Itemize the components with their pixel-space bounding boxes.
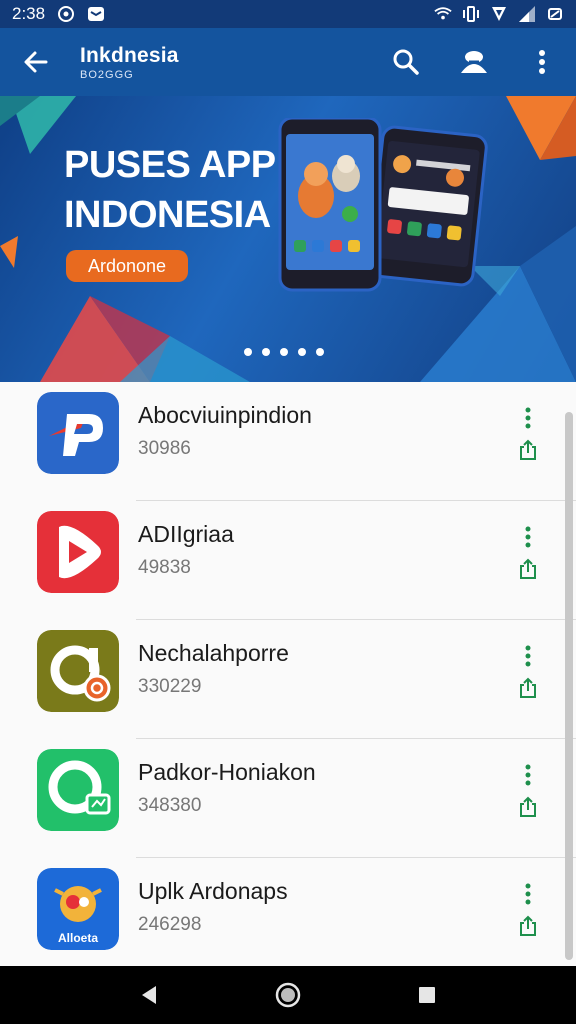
more-vert-icon [525, 764, 531, 786]
nav-back-button[interactable] [125, 971, 173, 1019]
list-item[interactable]: Nechalahporre 330229 [37, 620, 576, 739]
more-options-button[interactable] [516, 642, 540, 670]
back-triangle-icon [142, 986, 157, 1004]
wifi-icon [434, 5, 452, 23]
blue-mascot-logo-icon: Alloeta [37, 868, 119, 950]
more-vert-icon [525, 407, 531, 429]
banner-headline: PUSES APP INDONESIA [64, 140, 276, 240]
share-button[interactable] [516, 438, 540, 462]
more-options-button[interactable] [516, 761, 540, 789]
search-icon [393, 49, 419, 75]
app-size: 246298 [138, 914, 202, 935]
list-item[interactable]: Abocviuinpindion 30986 [37, 382, 576, 501]
status-time: 2:38 [12, 4, 46, 23]
back-arrow-icon [24, 51, 48, 73]
carousel-dot[interactable] [244, 348, 252, 356]
carousel-dot[interactable] [316, 348, 324, 356]
home-circle-icon [275, 982, 301, 1008]
share-icon [520, 677, 536, 698]
olive-ring-logo-icon [37, 630, 119, 712]
app-name: Abocviuinpindion [138, 402, 312, 428]
share-icon [520, 915, 536, 936]
more-vert-icon [525, 526, 531, 548]
more-options-button[interactable] [516, 523, 540, 551]
search-button[interactable] [372, 28, 440, 96]
green-chat-logo-icon [37, 749, 119, 831]
banner-headline-line-1: PUSES APP [64, 144, 276, 186]
svg-text:Alloeta: Alloeta [58, 931, 98, 945]
share-button[interactable] [516, 914, 540, 938]
phones-illustration [278, 118, 488, 292]
blue-p-logo-icon [37, 392, 119, 474]
share-icon [520, 558, 536, 579]
app-name: ADIIgriaa [138, 521, 234, 547]
banner-cta-button[interactable]: Ardonone [66, 250, 188, 282]
app-size: 348380 [138, 795, 202, 816]
notification-icon [57, 5, 75, 23]
more-vert-icon [525, 883, 531, 905]
scrollbar[interactable] [565, 412, 573, 960]
promo-banner[interactable]: PUSES APP INDONESIA Ardonone [0, 96, 576, 382]
share-button[interactable] [516, 795, 540, 819]
carousel-dot[interactable] [262, 348, 270, 356]
page-subtitle: BO2GGG [80, 68, 134, 81]
list-item[interactable]: Padkor-Honiakon 348380 [37, 739, 576, 858]
more-vert-icon [525, 645, 531, 667]
recents-square-icon [418, 987, 435, 1003]
app-list[interactable]: Abocviuinpindion 30986 ADIIgriaa 49838 N… [0, 382, 576, 966]
vibrate-icon [462, 5, 480, 23]
page-title: Inkdnesia [80, 43, 179, 67]
share-button[interactable] [516, 557, 540, 581]
more-options-button[interactable] [508, 28, 576, 96]
carousel-dot[interactable] [280, 348, 288, 356]
share-icon [520, 796, 536, 817]
app-size: 49838 [138, 557, 191, 578]
more-options-button[interactable] [516, 880, 540, 908]
carousel-dot[interactable] [298, 348, 306, 356]
account-icon [461, 51, 487, 73]
app-bar: Inkdnesia BO2GGG [0, 28, 576, 96]
shield-icon [490, 5, 508, 23]
red-play-logo-icon [37, 511, 119, 593]
list-item[interactable]: ADIIgriaa 49838 [37, 501, 576, 620]
nav-home-button[interactable] [264, 971, 312, 1019]
app-name: Nechalahporre [138, 640, 289, 666]
app-size: 30986 [138, 438, 191, 459]
share-icon [520, 439, 536, 460]
nav-recents-button[interactable] [403, 971, 451, 1019]
app-name: Uplk Ardonaps [138, 878, 288, 904]
signal-icon [518, 5, 536, 23]
share-button[interactable] [516, 676, 540, 700]
more-options-button[interactable] [516, 404, 540, 432]
status-bar: 2:38 [0, 0, 576, 28]
list-item[interactable]: Alloeta Uplk Ardonaps 246298 [37, 858, 576, 966]
back-button[interactable] [0, 28, 72, 96]
battery-icon [546, 5, 564, 23]
banner-headline-line-2: INDONESIA [64, 194, 271, 236]
message-icon [87, 5, 105, 23]
account-button[interactable] [440, 28, 508, 96]
app-name: Padkor-Honiakon [138, 759, 316, 785]
app-size: 330229 [138, 676, 202, 697]
carousel-indicator[interactable] [244, 348, 324, 356]
system-nav-bar [0, 966, 576, 1024]
more-vert-icon [539, 50, 545, 74]
